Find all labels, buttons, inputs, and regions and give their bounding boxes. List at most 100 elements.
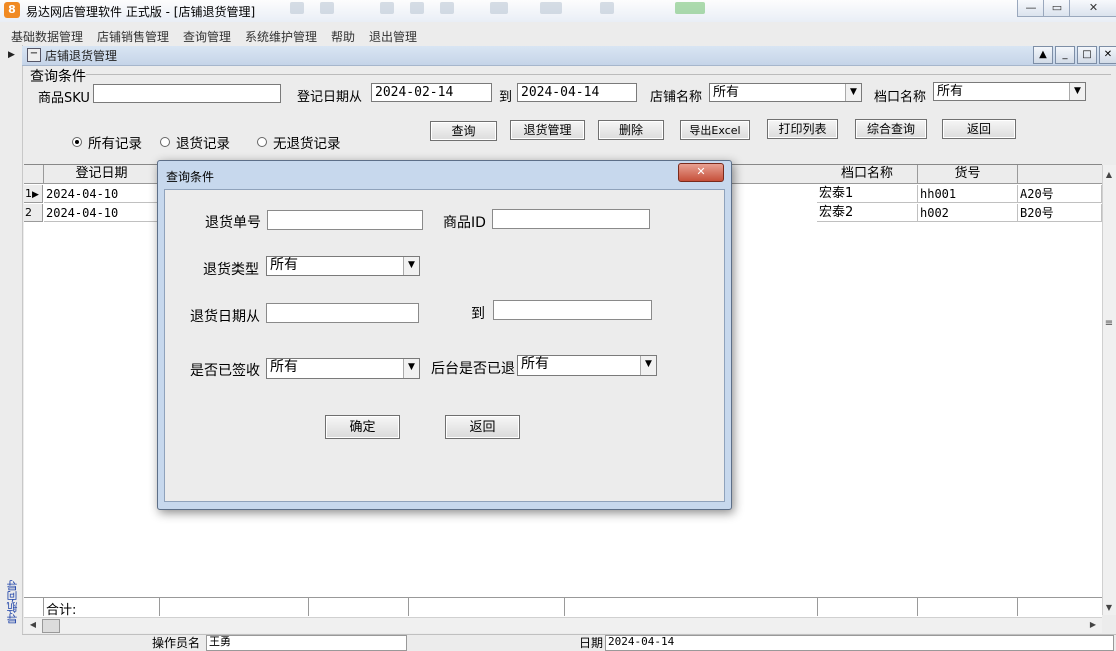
- back-button[interactable]: 返回: [942, 119, 1016, 139]
- backend-returned-label: 后台是否已退: [431, 361, 515, 377]
- toolbar-ghost-icon: [675, 2, 705, 14]
- return-management-button[interactable]: 退货管理: [510, 120, 585, 140]
- dialog-back-button[interactable]: 返回: [445, 415, 520, 439]
- window-maximize-button[interactable]: ▭: [1043, 0, 1071, 17]
- product-id-input[interactable]: [492, 209, 650, 229]
- vertical-scrollbar[interactable]: [1102, 165, 1116, 615]
- cell-item-no[interactable]: hh001: [918, 185, 1018, 203]
- navigation-wizard-tab[interactable]: 导航向导: [5, 580, 19, 624]
- column-header-stall[interactable]: 档口名称: [817, 165, 918, 184]
- stall-select[interactable]: 所有 ▼: [933, 82, 1086, 101]
- cell-stall[interactable]: 宏泰1: [817, 185, 918, 203]
- totals-cell: [565, 597, 818, 616]
- return-type-value: 所有: [270, 257, 298, 273]
- menu-query[interactable]: 查询管理: [183, 28, 231, 45]
- return-type-label: 退货类型: [203, 262, 259, 278]
- menu-system-maintenance[interactable]: 系统维护管理: [245, 28, 317, 45]
- window-close-button[interactable]: ✕: [1069, 0, 1116, 17]
- cell-date[interactable]: 2024-04-10: [44, 185, 160, 203]
- date-to-input[interactable]: 2024-04-14: [517, 83, 637, 102]
- radio-return-records[interactable]: 退货记录: [160, 132, 230, 152]
- return-type-select[interactable]: 所有 ▼: [266, 256, 420, 276]
- query-group-label: 查询条件: [30, 69, 86, 85]
- return-date-from-label: 退货日期从: [190, 309, 260, 325]
- child-window-icon[interactable]: −: [27, 48, 41, 62]
- column-header-item-no[interactable]: 货号: [918, 165, 1018, 184]
- radio-all-records[interactable]: 所有记录: [72, 132, 142, 152]
- totals-cell: [309, 597, 409, 616]
- column-header-date[interactable]: 登记日期: [44, 165, 160, 184]
- row-indicator[interactable]: 2: [24, 204, 43, 222]
- export-excel-button[interactable]: 导出Excel: [680, 120, 750, 140]
- store-select[interactable]: 所有 ▼: [709, 83, 862, 102]
- date-from-input[interactable]: 2024-02-14: [371, 83, 492, 102]
- delete-button[interactable]: 删除: [598, 120, 664, 140]
- return-date-to-input[interactable]: [493, 300, 652, 320]
- print-list-button[interactable]: 打印列表: [767, 119, 838, 139]
- toolbar-ghost-icon: [540, 2, 562, 14]
- cell-stall[interactable]: 宏泰2: [817, 204, 918, 222]
- dialog-title: 查询条件: [166, 170, 215, 184]
- column-header-last[interactable]: [1018, 165, 1103, 184]
- cell-item-no[interactable]: h002: [918, 204, 1018, 222]
- signed-value: 所有: [270, 359, 298, 375]
- radio-unchecked-icon[interactable]: [160, 137, 170, 147]
- row-indicator[interactable]: 1▶: [24, 185, 43, 203]
- scroll-thumb-icon[interactable]: ≡: [1102, 318, 1116, 329]
- return-date-from-input[interactable]: [266, 303, 419, 323]
- child-maximize-button[interactable]: □: [1077, 46, 1097, 64]
- dialog-ok-button[interactable]: 确定: [325, 415, 400, 439]
- menu-exit[interactable]: 退出管理: [369, 28, 417, 45]
- date-to-label: 到: [499, 90, 513, 105]
- radio-all-records-label: 所有记录: [88, 136, 142, 152]
- nav-expand-icon[interactable]: ▶: [8, 50, 15, 60]
- radio-unchecked-icon[interactable]: [257, 137, 267, 147]
- scroll-right-icon[interactable]: ▶: [1086, 620, 1100, 629]
- window-minimize-button[interactable]: —: [1017, 0, 1045, 17]
- store-select-value: 所有: [713, 85, 740, 100]
- app-logo-icon: 8: [4, 2, 20, 18]
- toolbar-ghost-icon: [380, 2, 394, 14]
- dropdown-arrow-icon[interactable]: ▼: [1069, 83, 1085, 100]
- cell-last[interactable]: A20号: [1018, 185, 1102, 203]
- dropdown-arrow-icon[interactable]: ▼: [845, 84, 861, 101]
- backend-returned-select[interactable]: 所有 ▼: [517, 355, 657, 376]
- child-minimize-button[interactable]: _: [1055, 46, 1075, 64]
- toolbar-ghost-icon: [290, 2, 304, 14]
- dropdown-arrow-icon[interactable]: ▼: [403, 257, 419, 275]
- backend-returned-value: 所有: [521, 356, 549, 372]
- totals-cell: [44, 597, 160, 616]
- stall-select-value: 所有: [937, 84, 964, 99]
- dialog-close-button[interactable]: ✕: [678, 163, 724, 182]
- comprehensive-query-button[interactable]: 综合查询: [855, 119, 927, 139]
- radio-checked-icon[interactable]: [72, 137, 82, 147]
- cell-last[interactable]: B20号: [1018, 204, 1102, 222]
- grid-corner: [24, 165, 44, 184]
- toolbar-ghost-icon: [320, 2, 334, 14]
- dropdown-arrow-icon[interactable]: ▼: [640, 356, 656, 375]
- menu-help[interactable]: 帮助: [331, 28, 355, 45]
- current-row-icon: ▶: [32, 190, 39, 200]
- search-button[interactable]: 查询: [430, 121, 497, 141]
- child-close-button[interactable]: ✕: [1099, 46, 1116, 64]
- menu-basic-data[interactable]: 基础数据管理: [11, 28, 83, 45]
- menu-store-sales[interactable]: 店铺销售管理: [97, 28, 169, 45]
- date-from-label: 登记日期从: [297, 90, 363, 105]
- child-scroll-up-button[interactable]: ▲: [1033, 46, 1053, 64]
- radio-return-records-label: 退货记录: [176, 136, 230, 152]
- radio-no-return-records-label: 无退货记录: [273, 136, 341, 152]
- radio-no-return-records[interactable]: 无退货记录: [257, 132, 341, 152]
- dropdown-arrow-icon[interactable]: ▼: [403, 359, 419, 378]
- horizontal-scrollbar[interactable]: [24, 617, 1102, 633]
- horizontal-scroll-thumb[interactable]: [42, 619, 60, 633]
- scroll-up-icon[interactable]: ▲: [1102, 170, 1116, 179]
- cell-date[interactable]: 2024-04-10: [44, 204, 160, 222]
- scroll-left-icon[interactable]: ◀: [26, 620, 40, 629]
- return-no-input[interactable]: [267, 210, 423, 230]
- sku-label: 商品SKU: [38, 91, 90, 106]
- scroll-down-icon[interactable]: ▼: [1102, 603, 1116, 612]
- sku-input[interactable]: [93, 84, 281, 103]
- store-label: 店铺名称: [650, 90, 703, 105]
- signed-select[interactable]: 所有 ▼: [266, 358, 420, 379]
- signed-label: 是否已签收: [190, 363, 260, 379]
